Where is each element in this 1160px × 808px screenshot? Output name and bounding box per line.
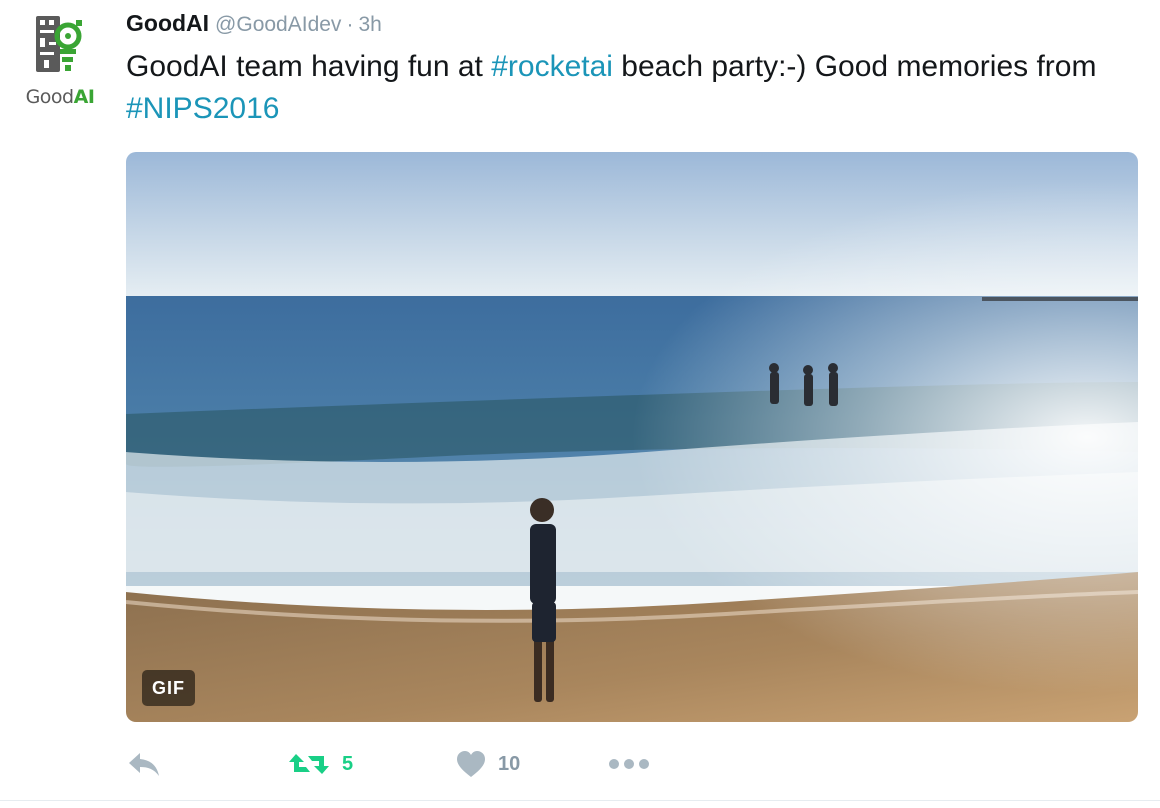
tweet-header: GoodAI @GoodAIdev · 3h bbox=[126, 10, 382, 40]
hashtag-nips2016[interactable]: #NIPS2016 bbox=[126, 92, 279, 125]
goodai-logo-icon bbox=[36, 16, 82, 72]
tweet-divider bbox=[0, 800, 1160, 801]
author-display-name[interactable]: GoodAI bbox=[126, 10, 209, 36]
reply-icon bbox=[129, 753, 159, 776]
retweet-button[interactable]: 5 bbox=[288, 742, 353, 786]
like-button[interactable]: 10 bbox=[456, 742, 520, 786]
tweet-timestamp[interactable]: 3h bbox=[358, 13, 381, 36]
more-button[interactable] bbox=[608, 742, 650, 786]
tweet-text-segment: GoodAI team having fun at bbox=[126, 50, 492, 83]
reply-button[interactable] bbox=[126, 742, 162, 786]
heart-icon bbox=[457, 751, 485, 777]
author-handle[interactable]: @GoodAIdev bbox=[215, 13, 341, 36]
like-count: 10 bbox=[498, 752, 521, 775]
tweet-actions: 5 10 bbox=[126, 742, 1136, 786]
tweet: GoodAI GoodAI @GoodAIdev · 3h GoodAI team h… bbox=[0, 0, 1160, 808]
tweet-text-segment: beach party:-) Good memories from bbox=[612, 50, 1097, 83]
hashtag-rocketai[interactable]: #rocketai bbox=[491, 50, 613, 83]
tweet-media-gif[interactable]: GIF bbox=[126, 152, 1138, 722]
tweet-text: GoodAI team having fun at #rocketai beac… bbox=[126, 46, 1136, 130]
retweet-count: 5 bbox=[342, 752, 354, 775]
gif-badge: GIF bbox=[142, 670, 195, 706]
retweet-icon bbox=[289, 754, 329, 774]
more-icon bbox=[609, 759, 649, 769]
beach-scene-image bbox=[126, 152, 1138, 722]
avatar[interactable]: GoodAI bbox=[14, 12, 106, 108]
wordmark-good: Good bbox=[25, 86, 75, 108]
wordmark-ai: AI bbox=[73, 86, 95, 108]
avatar-wordmark: GoodAI bbox=[14, 86, 106, 108]
header-separator: · bbox=[346, 13, 354, 36]
